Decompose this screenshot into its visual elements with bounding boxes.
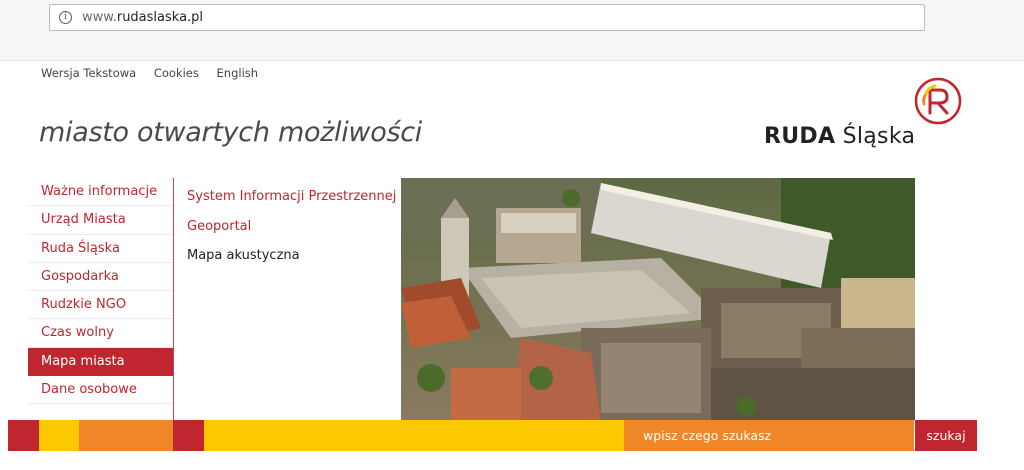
submenu: System Informacji Przestrzennej Geoporta… [187, 182, 396, 271]
browser-chrome: i www.rudaslaska.pl [0, 0, 1024, 61]
menu-item-ruda-slaska[interactable]: Ruda Śląska [28, 235, 173, 263]
link-text-version[interactable]: Wersja Tekstowa [41, 66, 136, 80]
site-tagline: miasto otwartych możliwości [39, 117, 422, 148]
submenu-item-mapa-akustyczna[interactable]: Mapa akustyczna [187, 241, 396, 271]
color-bar-segment [204, 420, 624, 451]
menu-item-czas-wolny[interactable]: Czas wolny [28, 319, 173, 348]
url-prefix: www. [82, 10, 117, 25]
url-domain: rudaslaska.pl [116, 10, 204, 25]
menu-item-urzad-miasta[interactable]: Urząd Miasta [28, 206, 173, 235]
submenu-item-sip[interactable]: System Informacji Przestrzennej [187, 182, 396, 212]
top-links: Wersja Tekstowa Cookies English [41, 66, 272, 80]
main-menu: Ważne informacje Urząd Miasta Ruda Śląsk… [28, 178, 173, 405]
logo-bold: RUDA [764, 124, 836, 149]
link-english[interactable]: English [217, 66, 259, 80]
color-bar-segment [173, 420, 204, 451]
menu-item-dane-osobowe[interactable]: Dane osobowe [28, 376, 173, 405]
submenu-item-geoportal[interactable]: Geoportal [187, 212, 396, 242]
url-text[interactable]: www.rudaslaska.pl [82, 10, 203, 25]
info-icon[interactable]: i [59, 11, 72, 24]
menu-item-wazne-informacje[interactable]: Ważne informacje [28, 178, 173, 207]
color-bar-segment [8, 420, 39, 451]
city-aerial-photo [401, 178, 915, 420]
city-logo-mark[interactable] [913, 76, 963, 126]
link-cookies[interactable]: Cookies [154, 66, 199, 80]
color-bar-segment [39, 420, 79, 451]
menu-item-rudzkie-ngo[interactable]: Rudzkie NGO [28, 291, 173, 320]
menu-item-mapa-miasta[interactable]: Mapa miasta [28, 347, 173, 377]
menu-divider [173, 178, 174, 420]
city-logo-text[interactable]: RUDA Śląska [764, 124, 915, 149]
color-bar-segment [79, 420, 173, 451]
search-input[interactable] [624, 420, 914, 451]
address-bar[interactable]: i www.rudaslaska.pl [49, 4, 925, 31]
logo-light: Śląska [842, 124, 916, 149]
menu-item-gospodarka[interactable]: Gospodarka [28, 263, 173, 292]
search-button[interactable]: szukaj [915, 420, 977, 451]
